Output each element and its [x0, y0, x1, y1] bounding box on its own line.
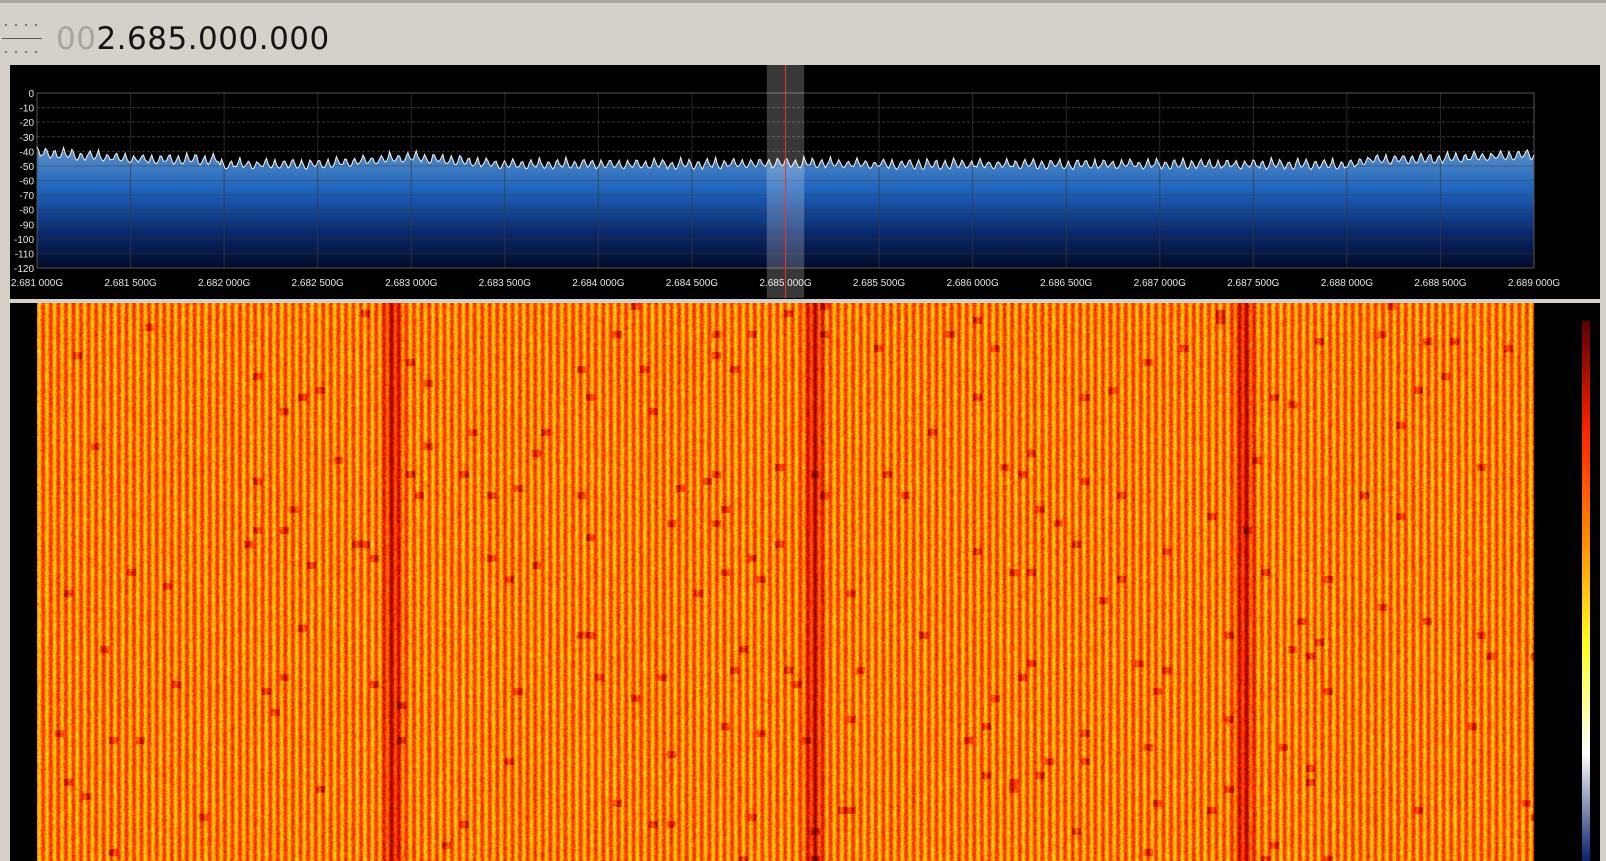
x-tick-label: 2.683 500G	[479, 278, 531, 289]
x-tick-label: 2.685 500G	[853, 278, 905, 289]
fft-plot: 0 -10 -20 -30 -40 -50 -60 -70 -80 -90 -100 -110 -120…	[10, 65, 1600, 299]
y-tick-label: -20	[20, 118, 35, 129]
y-tick-label: -110	[15, 249, 35, 260]
x-tick-label: 2.684 000G	[572, 278, 624, 289]
x-tick-label: 2.682 000G	[198, 278, 250, 289]
y-tick-label: -30	[20, 133, 35, 144]
x-tick-label: 2.688 000G	[1321, 278, 1373, 289]
y-tick-label: -50	[20, 162, 35, 173]
waterfall-panel	[10, 303, 1600, 861]
x-tick-label: 2.684 500G	[666, 278, 718, 289]
fft-plot-canvas[interactable]: 0 -10 -20 -30 -40 -50 -60 -70 -80 -90 -100 -110 -120…	[10, 65, 1600, 299]
x-tick-label: 2.681 000G	[11, 278, 63, 289]
x-tick-label: 2.681 500G	[104, 278, 156, 289]
y-tick-label: -100	[14, 235, 34, 246]
x-tick-label: 2.686 500G	[1040, 278, 1092, 289]
color-scale-bar	[1582, 321, 1590, 861]
x-tick-label: 2.683 000G	[385, 278, 437, 289]
x-tick-label: 2.687 000G	[1134, 278, 1186, 289]
x-tick-label: 2.682 500G	[292, 278, 344, 289]
x-tick-label: 2.688 500G	[1414, 278, 1466, 289]
frequency-display[interactable]: 002.685.000.000	[56, 19, 330, 59]
x-tick-label: 2.689 000G	[1508, 278, 1560, 289]
y-tick-label: -60	[20, 177, 35, 188]
menu-handle-icon[interactable]	[2, 23, 42, 57]
y-tick-label: 0	[28, 89, 34, 100]
y-tick-label: -70	[20, 191, 35, 202]
waterfall-canvas[interactable]	[37, 303, 1574, 861]
y-tick-label: -90	[20, 220, 35, 231]
frequency-value: 2.685.000.000	[96, 21, 330, 57]
waterfall-color-scale	[1582, 321, 1590, 861]
y-tick-label: -80	[20, 206, 35, 217]
x-tick-label: 2.686 000G	[946, 278, 998, 289]
frequency-leading-zeros: 00	[56, 21, 97, 57]
y-tick-label: -10	[20, 104, 35, 115]
x-tick-label: 2.687 500G	[1227, 278, 1279, 289]
y-tick-label: -40	[20, 147, 35, 158]
y-tick-label: -120	[14, 264, 34, 275]
toolbar: 002.685.000.000	[0, 3, 1606, 65]
